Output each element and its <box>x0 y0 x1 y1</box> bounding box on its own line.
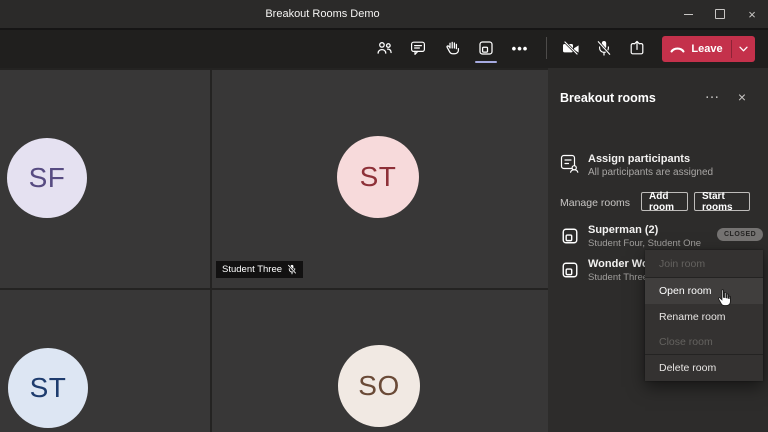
leave-options-button[interactable] <box>732 36 755 62</box>
mic-off-button[interactable] <box>587 28 620 68</box>
assign-participants-icon <box>559 153 580 174</box>
assign-participants-row[interactable] <box>559 153 580 179</box>
share-screen-button[interactable] <box>620 28 653 68</box>
raised-hand-icon <box>444 40 460 56</box>
toolbar-device-group <box>554 28 653 68</box>
breakout-rooms-icon <box>478 40 494 56</box>
raise-hand-button[interactable] <box>435 28 469 68</box>
mic-muted-icon <box>287 264 297 275</box>
toolbar-divider <box>546 37 547 59</box>
panel-close-button[interactable]: × <box>732 88 752 108</box>
breakout-rooms-button[interactable] <box>469 28 503 68</box>
avatar: SF <box>7 138 87 218</box>
assign-participants-title: Assign participants <box>588 153 690 165</box>
more-actions-button[interactable]: ••• <box>503 28 537 68</box>
room-icon <box>561 227 579 245</box>
window-title: Breakout Rooms Demo <box>0 0 645 28</box>
toolbar-left-group: ••• <box>367 28 537 68</box>
minimize-button[interactable] <box>672 0 704 28</box>
start-rooms-button[interactable]: Start rooms <box>694 192 750 211</box>
mouse-cursor-hand <box>716 288 734 313</box>
participant-name: Student Three <box>222 264 282 275</box>
leave-button-label: Leave <box>691 43 722 55</box>
room-status-badge: CLOSED <box>717 228 763 241</box>
menu-item-close-room: Close room <box>645 330 763 354</box>
avatar: ST <box>337 136 419 218</box>
leave-split-button: Leave <box>662 36 755 62</box>
minimize-icon <box>684 14 693 15</box>
mic-off-icon <box>596 40 612 57</box>
menu-item-join-room: Join room <box>645 250 763 277</box>
hang-up-icon <box>670 45 685 54</box>
add-room-button[interactable]: Add room <box>641 192 688 211</box>
room-members: Student Three, <box>588 272 651 283</box>
panel-title: Breakout rooms <box>560 91 656 105</box>
video-stage: SF ST ST SO Student Three <box>0 68 548 432</box>
maximize-button[interactable] <box>704 0 736 28</box>
assign-participants-subtitle: All participants are assigned <box>588 167 713 178</box>
active-tool-underline <box>475 61 497 64</box>
show-chat-button[interactable] <box>401 28 435 68</box>
camera-off-button[interactable] <box>554 28 587 68</box>
chat-icon <box>410 40 426 56</box>
title-bar: Breakout Rooms Demo × <box>0 0 768 28</box>
menu-item-delete-room[interactable]: Delete room <box>645 355 763 381</box>
chevron-down-icon <box>739 46 748 52</box>
window-controls: × <box>672 0 768 28</box>
close-button[interactable]: × <box>736 0 768 28</box>
avatar: SO <box>338 345 420 427</box>
maximize-icon <box>715 9 725 19</box>
room-name: Superman (2) <box>588 224 658 236</box>
room-icon <box>561 261 579 279</box>
panel-more-button[interactable]: … <box>700 86 724 106</box>
menu-item-open-room[interactable]: Open room <box>645 278 763 304</box>
leave-button[interactable]: Leave <box>662 36 731 62</box>
show-participants-button[interactable] <box>367 28 401 68</box>
camera-off-icon <box>562 40 580 56</box>
room-members: Student Four, Student One <box>588 238 701 249</box>
participant-name-label: Student Three <box>216 261 303 278</box>
manage-rooms-label: Manage rooms <box>560 197 630 209</box>
people-icon <box>376 40 393 56</box>
share-screen-icon <box>629 40 645 56</box>
avatar: ST <box>8 348 88 428</box>
menu-item-rename-room[interactable]: Rename room <box>645 304 763 330</box>
room-context-menu: Join room Open room Rename room Close ro… <box>645 250 763 381</box>
